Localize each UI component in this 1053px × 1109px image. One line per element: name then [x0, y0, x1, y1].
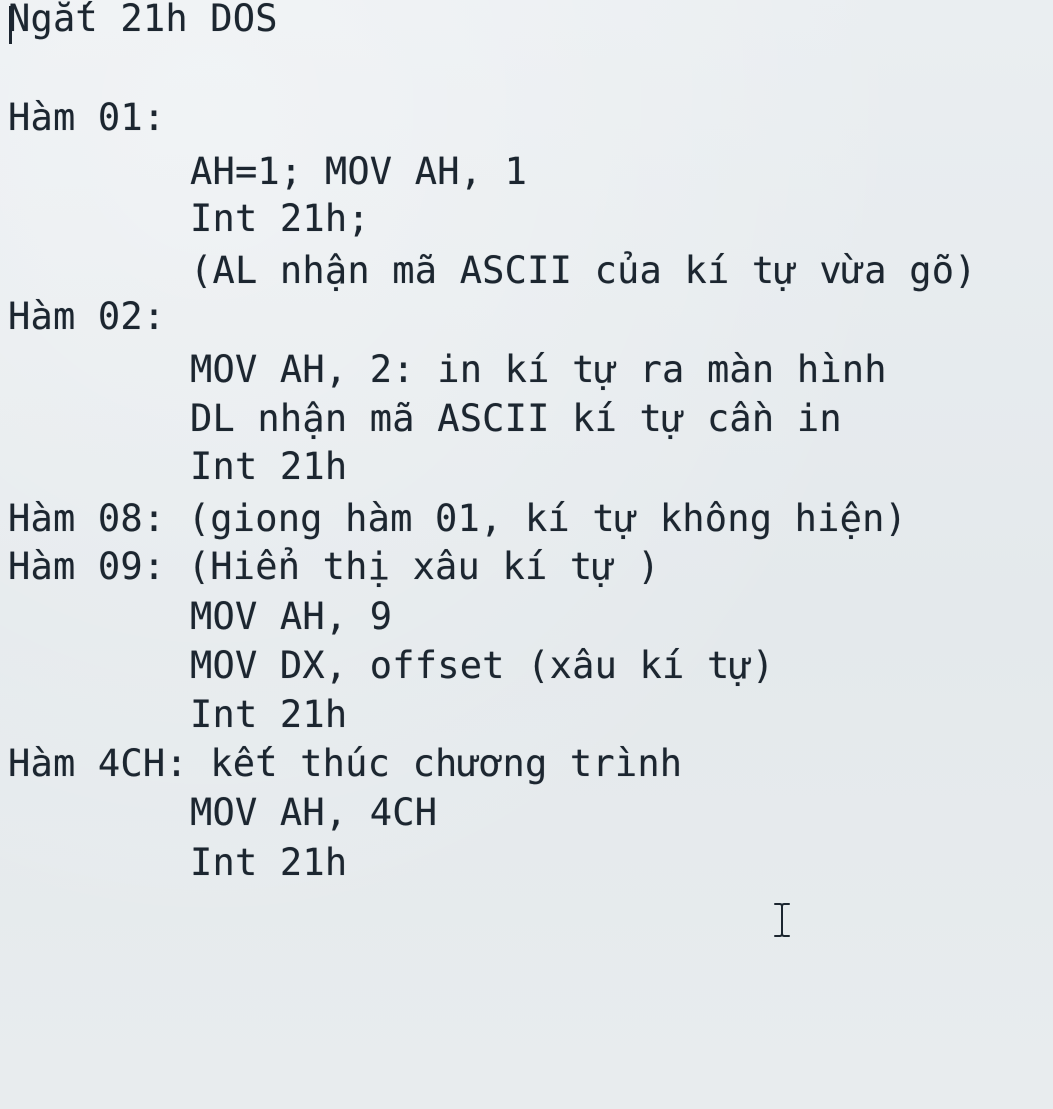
code-line: MOV DX, offset (xâu kí tự)	[190, 644, 775, 687]
code-line: AH=1; MOV AH, 1	[190, 150, 528, 193]
section-heading-ham-02: Hàm 02:	[8, 295, 166, 338]
code-line: MOV AH, 2: in kí tự ra màn hình	[190, 348, 887, 391]
code-line: MOV AH, 4CH	[190, 791, 438, 834]
code-line: Int 21h	[190, 841, 348, 884]
section-heading-ham-4ch: Hàm 4CH: kết thúc chương trình	[8, 742, 683, 785]
section-heading-ham-08: Hàm 08: (giong hàm 01, kí tự không hiện)	[8, 497, 908, 540]
ibeam-cursor-icon	[772, 902, 792, 938]
code-line: Int 21h;	[190, 197, 370, 240]
section-heading-ham-01: Hàm 01:	[8, 96, 166, 139]
text-editor-area[interactable]: Ngắt 21h DOS Hàm 01: AH=1; MOV AH, 1 Int…	[0, 0, 1053, 1109]
code-line: Int 21h	[190, 445, 348, 488]
section-heading-ham-09: Hàm 09: (Hiển thị xâu kí tự )	[8, 545, 660, 588]
code-line: MOV AH, 9	[190, 595, 393, 638]
document-title: Ngắt 21h DOS	[8, 0, 278, 40]
code-line: Int 21h	[190, 693, 348, 736]
code-line: DL nhận mã ASCII kí tự cần in	[190, 397, 842, 440]
code-line: (AL nhận mã ASCII của kí tự vừa gõ)	[190, 249, 977, 292]
